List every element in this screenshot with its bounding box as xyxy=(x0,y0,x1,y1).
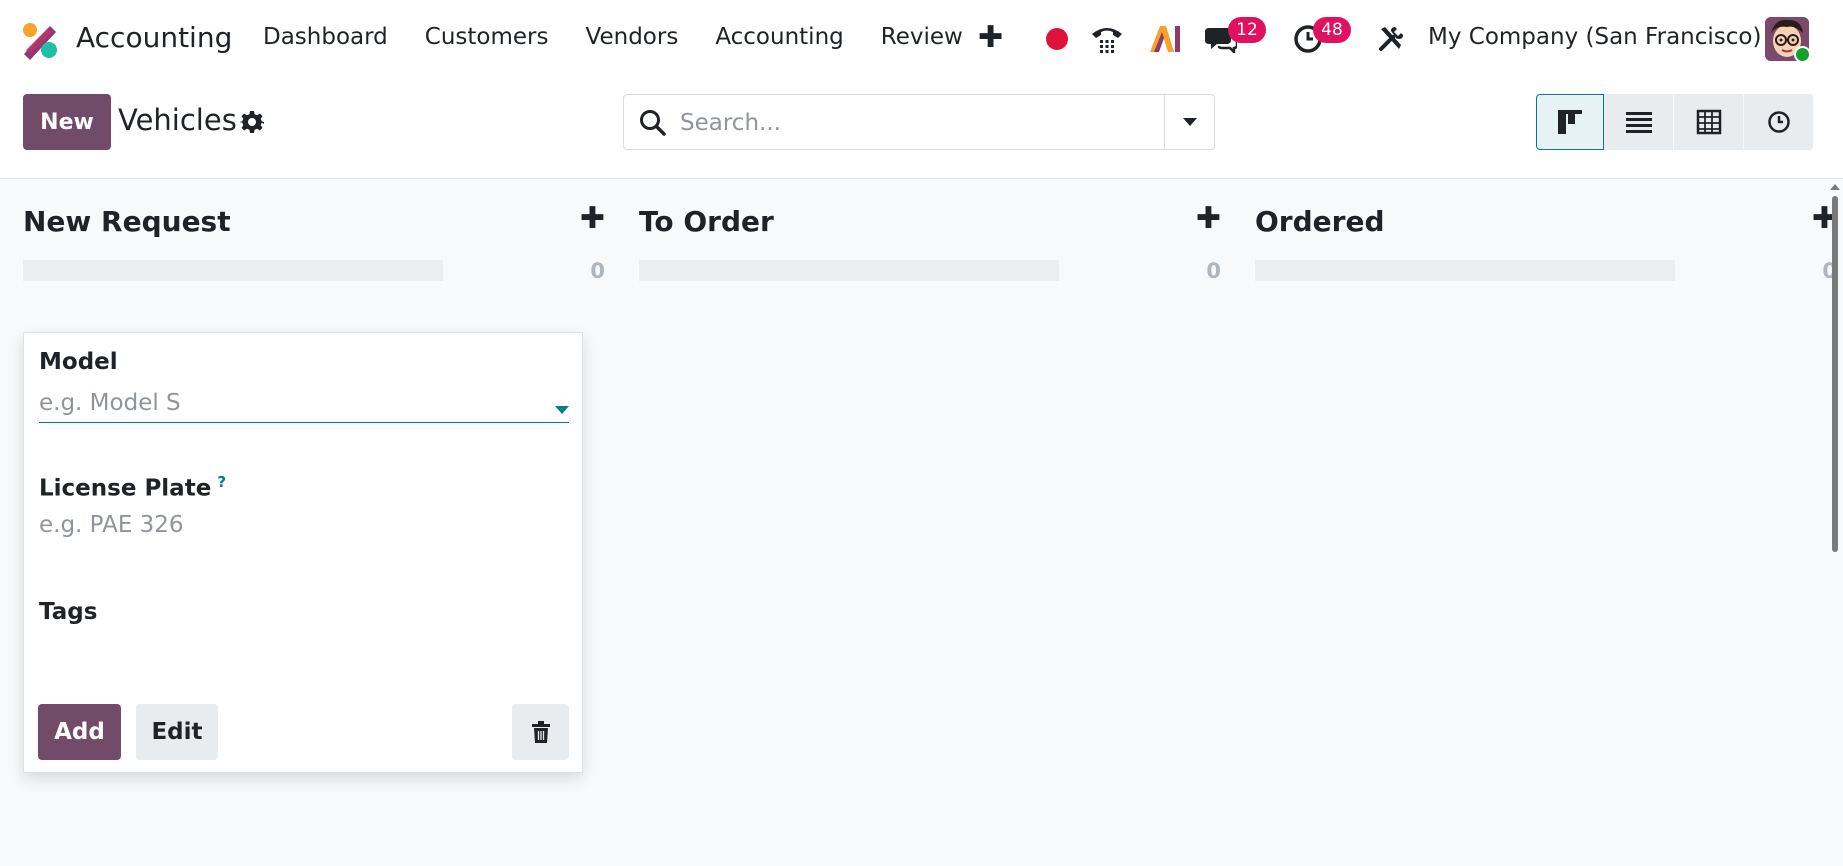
edit-button[interactable]: Edit xyxy=(136,704,218,760)
kanban-icon xyxy=(1558,110,1582,134)
trash-icon xyxy=(531,721,550,743)
model-label: Model xyxy=(39,349,118,375)
kanban-column-to-order: To Order ✚ 0 xyxy=(639,180,1221,866)
ai-icon[interactable] xyxy=(1148,22,1182,56)
online-status-dot xyxy=(1794,46,1811,63)
app-name[interactable]: Accounting xyxy=(76,21,232,54)
gear-icon[interactable] xyxy=(240,110,264,134)
record-dot-icon[interactable] xyxy=(1045,22,1069,56)
list-view-button[interactable] xyxy=(1604,94,1674,150)
license-plate-field[interactable] xyxy=(39,505,569,545)
search-options-toggle[interactable] xyxy=(1164,95,1215,149)
top-menu: Dashboard Customers Vendors Accounting R… xyxy=(263,24,1000,50)
plus-icon[interactable]: ✚ xyxy=(580,204,605,234)
kanban-column-ordered: Ordered ✚ 0 xyxy=(1255,180,1837,866)
caret-down-icon xyxy=(1183,118,1197,126)
column-title: New Request xyxy=(23,205,231,238)
new-button[interactable]: New xyxy=(23,94,111,150)
column-title: Ordered xyxy=(1255,205,1385,238)
kanban-board: New Request ✚ 0 To Order ✚ 0 Ordered ✚ 0… xyxy=(0,180,1843,866)
search-input[interactable] xyxy=(680,105,1180,141)
menu-review[interactable]: Review xyxy=(881,24,963,50)
vertical-scrollbar[interactable] xyxy=(1832,196,1838,552)
column-title: To Order xyxy=(639,205,774,238)
kanban-view-button[interactable] xyxy=(1536,94,1604,150)
search-icon xyxy=(640,110,666,136)
scroll-up-arrow[interactable] xyxy=(1830,184,1840,190)
view-switcher xyxy=(1536,94,1814,150)
menu-customers[interactable]: Customers xyxy=(425,24,549,50)
quick-create-card: Model License Plate? Tags Add Edit xyxy=(23,332,583,773)
license-plate-label-text: License Plate xyxy=(39,475,212,502)
activities-badge: 48 xyxy=(1313,17,1351,43)
plus-icon[interactable]: ✚ xyxy=(1196,204,1221,234)
page-title: Vehicles xyxy=(118,103,237,137)
column-progress-bar[interactable] xyxy=(1255,260,1675,281)
clock-icon xyxy=(1767,111,1790,133)
odoo-accounting-logo-icon[interactable] xyxy=(20,20,60,60)
menu-dashboard[interactable]: Dashboard xyxy=(263,24,388,50)
plus-icon[interactable]: ✚ xyxy=(978,23,1003,53)
search-bar xyxy=(623,94,1215,150)
license-plate-label: License Plate? xyxy=(39,473,226,502)
control-panel: New Vehicles xyxy=(0,79,1843,179)
company-switcher[interactable]: My Company (San Francisco) xyxy=(1428,24,1761,50)
activity-view-button[interactable] xyxy=(1744,94,1814,150)
help-tooltip-icon[interactable]: ? xyxy=(217,473,226,491)
caret-down-icon[interactable] xyxy=(555,406,569,414)
column-count: 0 xyxy=(1206,259,1221,283)
tags-field[interactable] xyxy=(39,631,569,671)
phone-icon[interactable] xyxy=(1090,22,1124,56)
pivot-view-button[interactable] xyxy=(1674,94,1744,150)
model-field[interactable] xyxy=(39,383,569,423)
delete-button[interactable] xyxy=(512,704,569,760)
add-button[interactable]: Add xyxy=(38,704,121,760)
table-icon xyxy=(1696,109,1721,135)
column-count: 0 xyxy=(590,259,605,283)
menu-vendors[interactable]: Vendors xyxy=(586,24,679,50)
menu-accounting[interactable]: Accounting xyxy=(715,24,843,50)
column-progress-bar[interactable] xyxy=(639,260,1059,281)
messages-badge: 12 xyxy=(1228,17,1266,43)
tags-label: Tags xyxy=(39,599,98,625)
main-navbar: Accounting Dashboard Customers Vendors A… xyxy=(0,0,1843,79)
tools-icon[interactable] xyxy=(1377,22,1405,56)
list-icon xyxy=(1625,112,1652,133)
column-progress-bar[interactable] xyxy=(23,260,443,281)
